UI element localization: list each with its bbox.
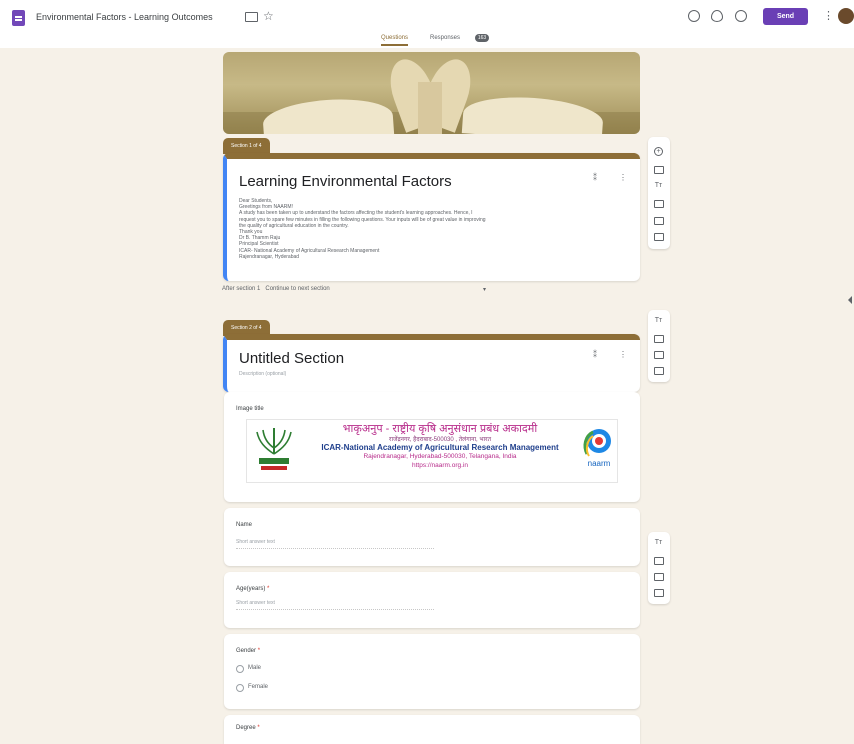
after-section-text: After section 1 bbox=[222, 286, 261, 292]
star-icon[interactable]: ☆ bbox=[263, 9, 274, 23]
short-answer-placeholder: Short answer text bbox=[236, 539, 434, 549]
add-section-icon[interactable] bbox=[654, 367, 664, 375]
add-section-icon[interactable] bbox=[654, 589, 664, 597]
hindi-name-line: भाकृअनुप - राष्ट्रीय कृषि अनुसंधान प्रबं… bbox=[342, 423, 538, 435]
eye-preview-icon[interactable] bbox=[711, 10, 723, 22]
question-label[interactable]: Name bbox=[236, 522, 252, 528]
question-label[interactable]: Gender * bbox=[236, 648, 260, 654]
folder-icon[interactable] bbox=[245, 12, 258, 22]
section-2-title[interactable]: Untitled Section bbox=[239, 350, 344, 367]
more-vert-icon[interactable]: ⋮ bbox=[619, 173, 627, 182]
question-card[interactable]: Name Short answer text bbox=[224, 508, 640, 566]
naarm-logo-icon: naarm bbox=[583, 429, 611, 468]
option-label: Female bbox=[248, 684, 269, 690]
question-card[interactable]: Age(years) * Short answer text bbox=[224, 572, 640, 628]
send-button[interactable]: Send bbox=[763, 8, 808, 25]
add-image-icon[interactable] bbox=[654, 557, 664, 565]
question-label[interactable]: Degree * bbox=[236, 725, 260, 731]
form-title[interactable]: Environmental Factors - Learning Outcome… bbox=[36, 12, 213, 22]
section-1-description[interactable]: Dear Students, Greetings from NAARM! A s… bbox=[239, 198, 639, 260]
responses-count-badge: 163 bbox=[475, 34, 489, 42]
question-title: Age(years) bbox=[236, 586, 266, 592]
question-label[interactable]: Age(years) * bbox=[236, 586, 269, 592]
more-vert-icon[interactable]: ⋮ bbox=[619, 350, 627, 359]
section-2-card[interactable]: Untitled Section ⁑ ⋮ Description (option… bbox=[223, 334, 640, 392]
forms-doc-icon[interactable] bbox=[12, 10, 25, 26]
icar-logo-icon bbox=[256, 428, 292, 470]
tab-questions[interactable]: Questions bbox=[381, 35, 409, 46]
floating-toolbar: + Tт bbox=[648, 137, 670, 249]
avatar[interactable] bbox=[838, 8, 854, 24]
naarm-logo-text: naarm bbox=[588, 459, 611, 468]
import-questions-icon[interactable] bbox=[654, 166, 664, 174]
image-item-card[interactable]: Image title भाकृअनुप - राष्ट्रीय कृषि अन… bbox=[224, 392, 640, 502]
add-section-icon[interactable] bbox=[654, 233, 664, 241]
add-image-icon[interactable] bbox=[654, 200, 664, 208]
collapse-icon[interactable]: ⁑ bbox=[593, 350, 597, 359]
top-bar: Environmental Factors - Learning Outcome… bbox=[0, 0, 854, 48]
question-card[interactable]: Degree * bbox=[224, 715, 640, 744]
add-title-icon[interactable]: Tт bbox=[653, 316, 664, 325]
add-question-icon[interactable]: + bbox=[654, 147, 663, 156]
question-title: Gender bbox=[236, 648, 257, 654]
header-image bbox=[223, 52, 640, 134]
gear-icon[interactable] bbox=[735, 10, 747, 22]
add-video-icon[interactable] bbox=[654, 351, 664, 359]
english-name-line: ICAR-National Academy of Agricultural Re… bbox=[321, 443, 559, 452]
side-panel-handle[interactable] bbox=[848, 296, 852, 304]
after-section-label[interactable]: After section 1 Continue to next section bbox=[222, 286, 330, 292]
after-section-value: Continue to next section bbox=[265, 286, 330, 292]
url-line: https://naarm.org.in bbox=[412, 462, 468, 469]
chevron-down-icon[interactable]: ▾ bbox=[483, 286, 486, 293]
question-title: Degree bbox=[236, 725, 256, 731]
section-2-description[interactable]: Description (optional) bbox=[239, 371, 639, 377]
question-title: Name bbox=[236, 522, 253, 528]
short-answer-placeholder: Short answer text bbox=[236, 600, 434, 610]
add-video-icon[interactable] bbox=[654, 573, 664, 581]
required-asterisk: * bbox=[257, 648, 261, 654]
section-1-tag: Section 1 of 4 bbox=[223, 138, 270, 154]
hindi-address-line: राजेंद्रनगर, हैदराबाद-500030 , तेलंगाना,… bbox=[389, 437, 491, 443]
section-1-card[interactable]: Learning Environmental Factors ⁑ ⋮ Dear … bbox=[223, 153, 640, 281]
tab-responses[interactable]: Responses bbox=[430, 35, 460, 41]
required-asterisk: * bbox=[257, 725, 260, 731]
section-1-title[interactable]: Learning Environmental Factors bbox=[239, 173, 452, 190]
radio-female[interactable] bbox=[236, 684, 244, 692]
collapse-icon[interactable]: ⁑ bbox=[593, 173, 597, 182]
radio-male[interactable] bbox=[236, 665, 244, 673]
option-label: Male bbox=[248, 665, 262, 671]
question-card[interactable]: Gender * Male Female bbox=[224, 634, 640, 709]
add-title-icon[interactable]: Tт bbox=[653, 181, 664, 190]
naarm-banner-image[interactable]: भाकृअनुप - राष्ट्रीय कृषि अनुसंधान प्रबं… bbox=[246, 419, 618, 483]
add-image-icon[interactable] bbox=[654, 335, 664, 343]
floating-toolbar: Tт bbox=[648, 310, 670, 382]
add-video-icon[interactable] bbox=[654, 217, 664, 225]
add-title-icon[interactable]: Tт bbox=[653, 538, 664, 547]
image-title[interactable]: Image title bbox=[236, 406, 264, 412]
required-asterisk: * bbox=[267, 586, 270, 592]
floating-toolbar: Tт bbox=[648, 532, 670, 604]
palette-icon[interactable] bbox=[688, 10, 700, 22]
address-line: Rajendranagar, Hyderabad-500030, Telanga… bbox=[363, 453, 517, 460]
more-vert-icon[interactable]: ⋮ bbox=[823, 9, 834, 22]
